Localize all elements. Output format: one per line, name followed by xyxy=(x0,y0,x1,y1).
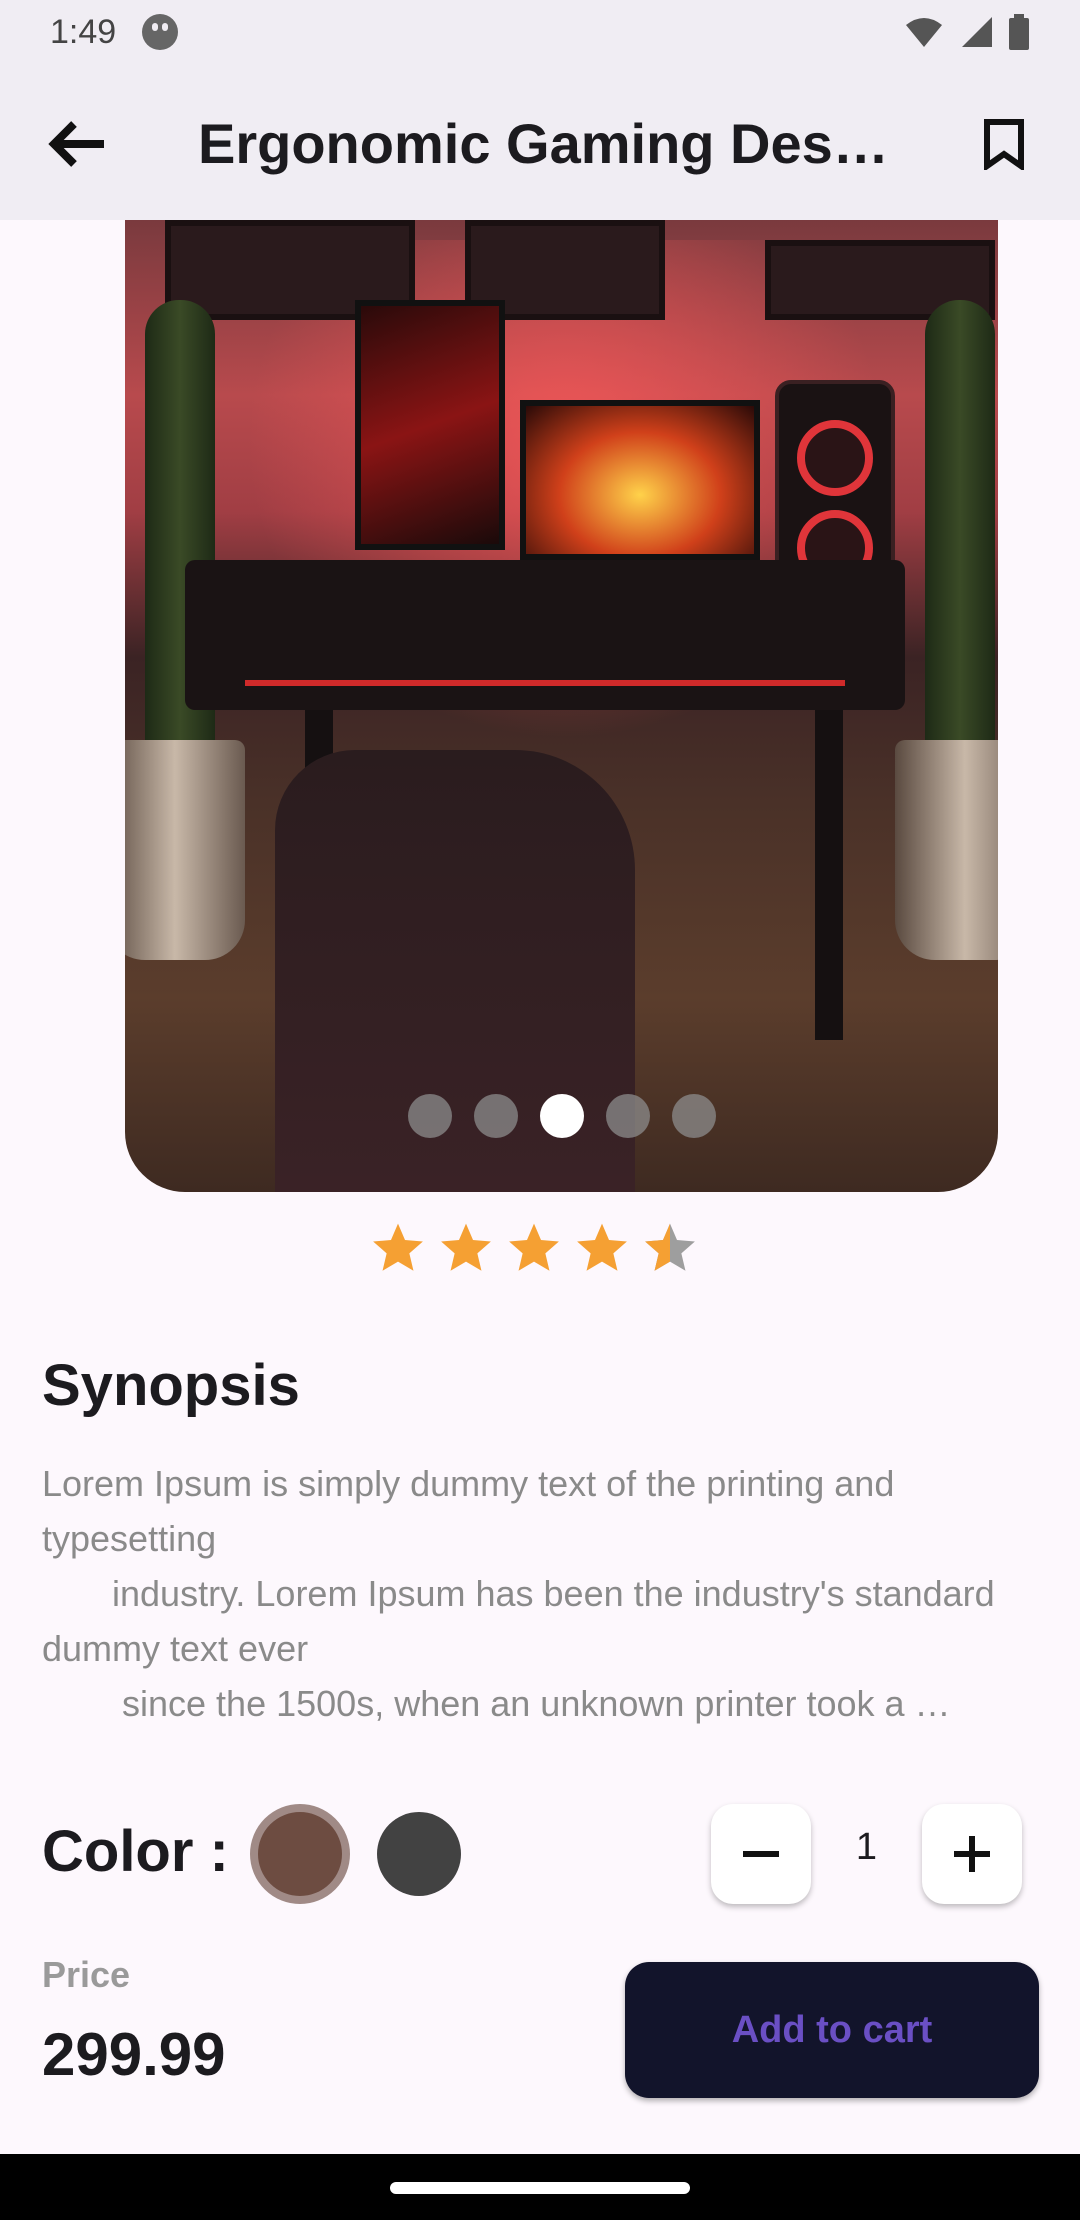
carousel-dot[interactable] xyxy=(407,1094,452,1138)
carousel-dot-active[interactable] xyxy=(539,1094,584,1138)
plant-pot xyxy=(125,740,245,960)
color-label: Color : xyxy=(42,1819,229,1884)
star-rating xyxy=(369,1220,699,1278)
back-button[interactable] xyxy=(40,108,112,180)
page-title: Ergonomic Gaming Des… xyxy=(198,112,889,175)
monitor xyxy=(355,300,505,550)
cat-icon xyxy=(142,14,179,50)
price-label: Price xyxy=(42,1954,131,1995)
price-value: 299.99 xyxy=(42,2021,226,2088)
star-icon xyxy=(509,1223,559,1271)
battery-icon xyxy=(1009,14,1029,50)
star-half-icon xyxy=(645,1223,695,1271)
bookmark-icon xyxy=(984,119,1024,170)
color-swatch-brown[interactable] xyxy=(250,1804,350,1904)
monitor xyxy=(520,400,760,560)
desk-leg xyxy=(815,710,843,1040)
status-bar: 1:49 xyxy=(0,0,1080,64)
synopsis-text: Lorem Ipsum is simply dummy text of the … xyxy=(42,1463,995,1724)
carousel-dot[interactable] xyxy=(473,1094,518,1138)
star-icon xyxy=(577,1223,627,1271)
plant-pot xyxy=(895,740,998,960)
add-to-cart-button[interactable]: Add to cart xyxy=(625,1962,1039,2098)
star-icon xyxy=(373,1223,423,1271)
carousel-dot[interactable] xyxy=(671,1094,716,1138)
plus-icon xyxy=(954,1836,990,1872)
quantity-decrease-button[interactable] xyxy=(711,1804,811,1904)
minus-icon xyxy=(743,1851,779,1857)
desk xyxy=(185,560,905,710)
carousel-dot[interactable] xyxy=(605,1094,650,1138)
quantity-increase-button[interactable] xyxy=(922,1804,1022,1904)
bookmark-button[interactable] xyxy=(968,108,1040,180)
fan xyxy=(797,420,873,496)
home-gesture-handle[interactable] xyxy=(390,2182,690,2194)
wifi-icon xyxy=(906,18,942,47)
arrow-back-icon xyxy=(48,121,104,167)
status-time: 1:49 xyxy=(50,12,117,51)
carousel-indicator xyxy=(125,1094,998,1138)
app-bar: Ergonomic Gaming Des… xyxy=(0,64,1080,220)
signal-icon xyxy=(962,17,992,47)
color-swatch-dark-grey[interactable] xyxy=(377,1812,461,1896)
star-icon xyxy=(441,1223,491,1271)
status-icons xyxy=(904,14,1030,50)
synopsis-heading: Synopsis xyxy=(42,1353,300,1418)
quantity-value: 1 xyxy=(855,1826,878,1868)
product-image-carousel[interactable] xyxy=(125,220,998,1192)
